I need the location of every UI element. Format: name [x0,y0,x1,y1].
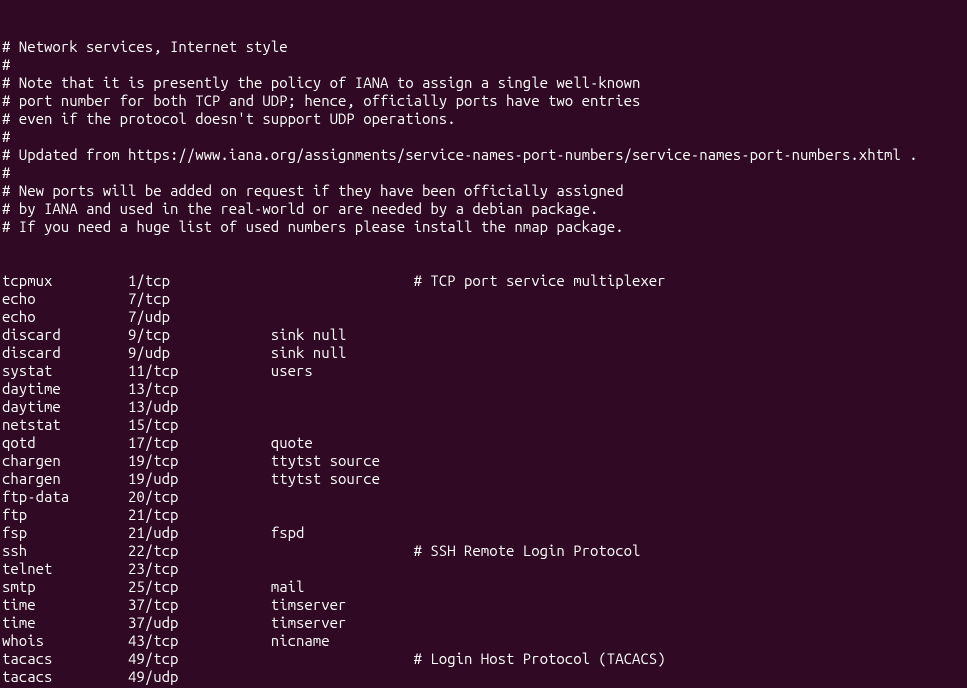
service-port: 7/udp [128,308,271,326]
service-row: daytime13/udp [2,398,965,416]
service-name: discard [2,344,128,362]
service-aliases: quote [271,434,414,452]
service-row: echo7/tcp [2,290,965,308]
service-name: fsp [2,524,128,542]
service-port: 23/tcp [128,560,271,578]
service-row: chargen19/tcpttytst source [2,452,965,470]
service-port: 20/tcp [128,488,271,506]
service-row: ssh22/tcp # SSH Remote Login Protocol [2,542,965,560]
service-row: fsp21/udpfspd [2,524,965,542]
service-aliases: mail [271,578,414,596]
comment-line: # [2,128,965,146]
service-aliases: timserver [271,614,414,632]
service-port: 1/tcp [128,272,271,290]
service-aliases: timserver [271,596,414,614]
service-port: 15/tcp [128,416,271,434]
service-name: systat [2,362,128,380]
service-row: chargen19/udpttytst source [2,470,965,488]
services-table: tcpmux1/tcp # TCP port service multiplexe… [2,272,965,688]
service-name: whois [2,632,128,650]
service-aliases: ttytst source [271,452,414,470]
service-name: daytime [2,398,128,416]
service-port: 22/tcp [128,542,271,560]
service-name: chargen [2,452,128,470]
comment-line: # Network services, Internet style [2,38,965,56]
service-aliases: nicname [271,632,414,650]
service-row: whois43/tcpnicname [2,632,965,650]
service-name: daytime [2,380,128,398]
comment-line: # [2,164,965,182]
service-name: tcpmux [2,272,128,290]
service-port: 7/tcp [128,290,271,308]
service-name: discard [2,326,128,344]
service-name: smtp [2,578,128,596]
service-row: telnet23/tcp [2,560,965,578]
service-row: netstat15/tcp [2,416,965,434]
service-port: 9/udp [128,344,271,362]
service-name: tacacs [2,650,128,668]
service-row: tcpmux1/tcp # TCP port service multiplexe… [2,272,965,290]
service-port: 21/udp [128,524,271,542]
service-row: discard9/udpsink null [2,344,965,362]
comment-line: # even if the protocol doesn't support U… [2,110,965,128]
service-port: 9/tcp [128,326,271,344]
service-aliases: sink null [271,344,414,362]
service-name: ftp-data [2,488,128,506]
service-name: ssh [2,542,128,560]
service-aliases: fspd [271,524,414,542]
comment-line: # port number for both TCP and UDP; henc… [2,92,965,110]
service-port: 19/udp [128,470,271,488]
service-row: echo7/udp [2,308,965,326]
service-port: 21/tcp [128,506,271,524]
terminal-viewport[interactable]: # Network services, Internet style## Not… [0,0,967,688]
service-name: tacacs [2,668,128,686]
service-name: time [2,596,128,614]
service-name: ftp [2,506,128,524]
service-row: ftp21/tcp [2,506,965,524]
service-aliases: ttytst source [271,470,414,488]
service-row: tacacs49/tcp # Login Host Protocol (TACAC… [2,650,965,668]
service-row: systat11/tcpusers [2,362,965,380]
comment-line: # by IANA and used in the real-world or … [2,200,965,218]
service-row: daytime13/tcp [2,380,965,398]
service-name: telnet [2,560,128,578]
service-name: qotd [2,434,128,452]
service-row: qotd17/tcpquote [2,434,965,452]
comment-line: # If you need a huge list of used number… [2,218,965,236]
service-comment: # Login Host Protocol (TACACS) [414,650,666,667]
service-comment: # TCP port service multiplexer [414,272,666,289]
service-row: time37/tcptimserver [2,596,965,614]
service-aliases: sink null [271,326,414,344]
service-name: echo [2,308,128,326]
service-comment: # SSH Remote Login Protocol [414,542,641,559]
service-port: 37/tcp [128,596,271,614]
comment-line: # Note that it is presently the policy o… [2,74,965,92]
service-port: 19/tcp [128,452,271,470]
file-header-comments: # Network services, Internet style## Not… [2,38,965,236]
service-row: smtp25/tcpmail [2,578,965,596]
service-port: 43/tcp [128,632,271,650]
service-port: 25/tcp [128,578,271,596]
service-port: 49/tcp [128,650,271,668]
service-port: 11/tcp [128,362,271,380]
service-aliases: users [271,362,414,380]
comment-line: # [2,56,965,74]
service-port: 37/udp [128,614,271,632]
service-row: tacacs49/udp [2,668,965,686]
service-port: 49/udp [128,668,271,686]
service-row: discard9/tcpsink null [2,326,965,344]
service-name: netstat [2,416,128,434]
service-port: 13/tcp [128,380,271,398]
comment-line: # New ports will be added on request if … [2,182,965,200]
service-row: time37/udptimserver [2,614,965,632]
service-name: chargen [2,470,128,488]
service-row: ftp-data20/tcp [2,488,965,506]
service-name: echo [2,290,128,308]
service-port: 13/udp [128,398,271,416]
service-name: time [2,614,128,632]
comment-line: # Updated from https://www.iana.org/assi… [2,146,965,164]
service-port: 17/tcp [128,434,271,452]
